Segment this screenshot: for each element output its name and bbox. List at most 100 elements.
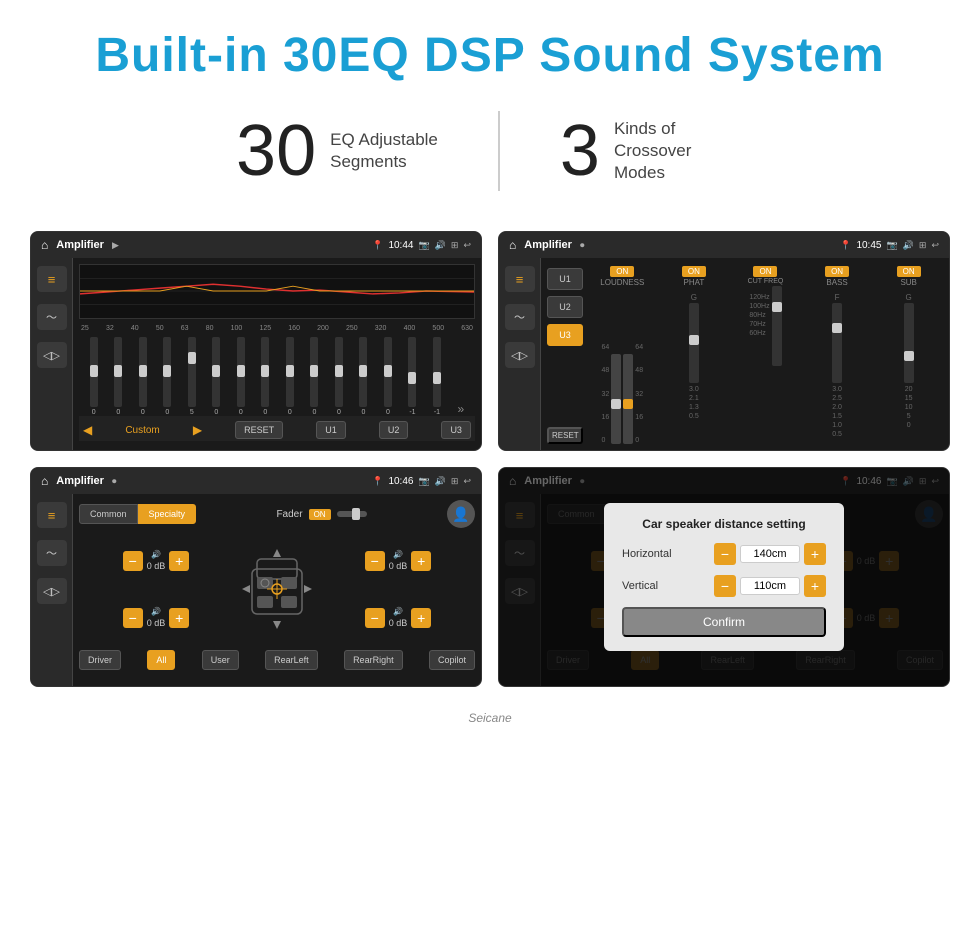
mode-specialty[interactable]: Specialty (138, 504, 197, 524)
zone-all[interactable]: All (147, 650, 175, 670)
brand-text: Seicane (0, 707, 980, 733)
zone-rearright[interactable]: RearRight (344, 650, 403, 670)
sidebar-vol-btn-2[interactable]: ◁▷ (505, 342, 535, 368)
sidebar-eq-btn[interactable]: ≡ (37, 266, 67, 292)
volume-icon-2: 🔊 (903, 240, 914, 251)
eq-label-125: 125 (259, 325, 271, 332)
eq-slider-13[interactable]: -1 (408, 337, 416, 416)
loudness-on: ON (610, 266, 634, 277)
vertical-stepper: − 110cm + (714, 575, 826, 597)
preset-u3[interactable]: U3 (547, 324, 583, 346)
zone-driver[interactable]: Driver (79, 650, 121, 670)
page-header: Built-in 30EQ DSP Sound System (0, 0, 980, 93)
eq-u1-btn[interactable]: U1 (316, 421, 346, 439)
eq-next-btn[interactable]: ▶ (193, 423, 202, 437)
eq-slider-0[interactable]: 0 (90, 337, 98, 416)
eq-slider-7[interactable]: 0 (261, 337, 269, 416)
eq-slider-5[interactable]: 0 (212, 337, 220, 416)
screen3-sidebar: ≡ 〜 ◁▷ (31, 494, 73, 686)
next-arrow[interactable]: » (457, 402, 464, 416)
driver-minus[interactable]: − (123, 551, 143, 571)
vertical-plus[interactable]: + (804, 575, 826, 597)
eq-slider-6[interactable]: 0 (237, 337, 245, 416)
zone-copilot[interactable]: Copilot (429, 650, 475, 670)
rearleft-db: 0 dB (147, 618, 166, 628)
volume-icon-3: 🔊 (435, 476, 446, 487)
location-icon-3: 📍 (372, 476, 383, 487)
eq-labels: 25 32 40 50 63 80 100 125 160 200 250 32… (79, 325, 475, 336)
screen2-title: Amplifier (524, 239, 572, 251)
copilot-plus[interactable]: + (411, 551, 431, 571)
eq-u3-btn[interactable]: U3 (441, 421, 471, 439)
page-title: Built-in 30EQ DSP Sound System (20, 28, 960, 83)
fader-label: Fader (276, 509, 302, 520)
rearright-plus[interactable]: + (411, 608, 431, 628)
crossover-reset[interactable]: RESET (547, 427, 583, 444)
confirm-button[interactable]: Confirm (622, 607, 826, 637)
screen-icon-3: ⊞ (451, 476, 459, 487)
screen2-content: U1 U2 U3 RESET ON LOUDNESS (541, 258, 949, 450)
sidebar-vol-btn-3[interactable]: ◁▷ (37, 578, 67, 604)
eq-slider-8[interactable]: 0 (286, 337, 294, 416)
preset-u1[interactable]: U1 (547, 268, 583, 290)
horizontal-stepper: − 140cm + (714, 543, 826, 565)
preset-u2[interactable]: U2 (547, 296, 583, 318)
rearleft-minus[interactable]: − (123, 608, 143, 628)
eq-label-400: 400 (404, 325, 416, 332)
eq-slider-10[interactable]: 0 (335, 337, 343, 416)
eq-slider-3[interactable]: 0 (163, 337, 171, 416)
sidebar-eq-btn-3[interactable]: ≡ (37, 502, 67, 528)
horizontal-minus[interactable]: − (714, 543, 736, 565)
eq-slider-1[interactable]: 0 (114, 337, 122, 416)
horizontal-label: Horizontal (622, 548, 672, 560)
dialog-box: Car speaker distance setting Horizontal … (604, 503, 844, 651)
copilot-db: 0 dB (389, 561, 408, 571)
sub-slider[interactable] (904, 303, 914, 383)
bass-slider[interactable] (832, 303, 842, 383)
zone-user[interactable]: User (202, 650, 239, 670)
driver-plus[interactable]: + (169, 551, 189, 571)
eq-prev-btn[interactable]: ◀ (83, 423, 92, 437)
horizontal-plus[interactable]: + (804, 543, 826, 565)
loudness-slider-l[interactable] (611, 354, 621, 444)
copilot-minus[interactable]: − (365, 551, 385, 571)
eq-slider-4[interactable]: 5 (188, 337, 196, 416)
rec-icon-3: ⏺ (112, 476, 117, 487)
mode-common[interactable]: Common (79, 504, 138, 524)
eq-slider-12[interactable]: 0 (384, 337, 392, 416)
eq-label-100: 100 (231, 325, 243, 332)
sidebar-eq-btn-2[interactable]: ≡ (505, 266, 535, 292)
rec-icon: ⏺ (580, 240, 585, 251)
dialog-vertical-row: Vertical − 110cm + (622, 575, 826, 597)
vertical-minus[interactable]: − (714, 575, 736, 597)
screen1-topbar: ⌂ Amplifier ▶ 📍 10:44 📷 🔊 ⊞ ↩ (31, 232, 481, 258)
stat-eq-number: 30 (236, 115, 316, 187)
sidebar-vol-btn[interactable]: ◁▷ (37, 342, 67, 368)
eq-label-160: 160 (288, 325, 300, 332)
stat-crossover: 3 Kinds ofCrossover Modes (500, 115, 804, 187)
horizontal-value: 140cm (740, 545, 800, 563)
zone-rearleft[interactable]: RearLeft (265, 650, 318, 670)
screen3-time: 10:46 (388, 476, 413, 487)
eq-label-40: 40 (131, 325, 139, 332)
sidebar-wave-btn-2[interactable]: 〜 (505, 304, 535, 330)
eq-slider-11[interactable]: 0 (359, 337, 367, 416)
eq-label-63: 63 (181, 325, 189, 332)
screen-1: ⌂ Amplifier ▶ 📍 10:44 📷 🔊 ⊞ ↩ ≡ 〜 (30, 231, 482, 451)
phat-slider[interactable] (689, 303, 699, 383)
speaker-avatar: 👤 (447, 500, 475, 528)
sidebar-wave-btn-3[interactable]: 〜 (37, 540, 67, 566)
rearright-minus[interactable]: − (365, 608, 385, 628)
eq-reset-btn[interactable]: RESET (235, 421, 283, 439)
eq-slider-14[interactable]: -1 (433, 337, 441, 416)
eq-u2-btn[interactable]: U2 (379, 421, 409, 439)
cutfreq-slider[interactable] (772, 286, 782, 366)
eq-bottom-bar: ◀ Custom ▶ RESET U1 U2 U3 (79, 416, 475, 441)
eq-slider-2[interactable]: 0 (139, 337, 147, 416)
sidebar-wave-btn[interactable]: 〜 (37, 304, 67, 330)
wave-icon-3: 〜 (46, 545, 57, 561)
rearleft-plus[interactable]: + (169, 608, 189, 628)
screen1-title: Amplifier (56, 239, 104, 251)
eq-slider-9[interactable]: 0 (310, 337, 318, 416)
loudness-slider-r[interactable] (623, 354, 633, 444)
